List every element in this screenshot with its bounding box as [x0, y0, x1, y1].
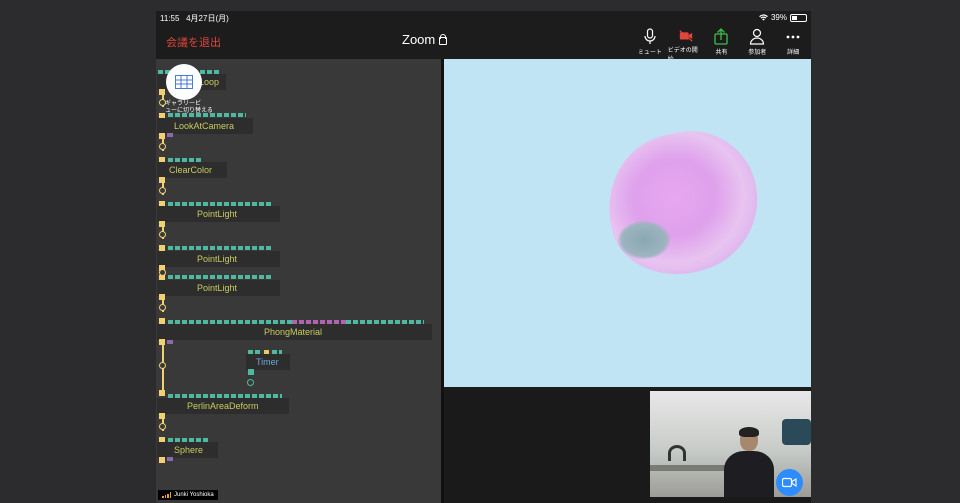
- meeting-title: Zoom: [402, 32, 448, 47]
- signal-icon: [162, 492, 171, 498]
- node-sphere: Sphere: [157, 442, 218, 458]
- person-body: [724, 451, 774, 497]
- mute-button[interactable]: ミュート: [632, 26, 668, 63]
- node-phong-label: PhongMaterial: [264, 327, 323, 337]
- meeting-topbar: 会議を退出 Zoom ミュート ビデオの開始 共有 参加者 詳細: [156, 26, 811, 63]
- status-right: 39%: [759, 13, 807, 22]
- sphere-shadow: [618, 221, 670, 259]
- node-deform-label: PerlinAreaDeform: [187, 401, 259, 411]
- node-pointlight-1: PointLight: [157, 206, 280, 222]
- node-loop-label: Loop: [199, 77, 220, 87]
- deformed-sphere: [595, 118, 771, 288]
- port-in: [159, 390, 165, 396]
- port-row: [168, 246, 272, 250]
- node-lookatcamera: LookAtCamera: [157, 118, 253, 134]
- node-timer: Timer: [246, 354, 290, 370]
- node-socket: [159, 423, 166, 430]
- node-clearcolor-label: ClearColor: [169, 165, 213, 175]
- port-out-pink: [167, 340, 173, 344]
- participants-icon: [750, 28, 765, 45]
- video-off-icon: [679, 30, 693, 42]
- participant-person: [724, 427, 774, 497]
- gallery-view-toggle[interactable]: [166, 64, 202, 100]
- node-lookat-label: LookAtCamera: [174, 121, 235, 131]
- participant-name: Junki Yoshioka: [174, 492, 214, 498]
- wifi-icon: [759, 14, 768, 21]
- node-pointlight-2-label: PointLight: [197, 254, 238, 264]
- node-pointlight-3-label: PointLight: [197, 283, 238, 293]
- more-icon: [786, 35, 800, 39]
- render-viewport: [444, 59, 811, 387]
- node-pointlight-2: PointLight: [157, 251, 280, 267]
- participant-name-tag: Junki Yoshioka: [158, 490, 218, 500]
- node-clearcolor: ClearColor: [157, 162, 227, 178]
- equipment: [782, 419, 811, 445]
- node-pointlight-3: PointLight: [157, 280, 280, 296]
- camera-switch-button[interactable]: [776, 469, 803, 496]
- share-icon: [714, 28, 729, 45]
- port-row: [168, 275, 272, 279]
- node-sphere-label: Sphere: [174, 445, 204, 455]
- more-label: 詳細: [787, 50, 800, 56]
- port-out-pink: [167, 133, 173, 137]
- port-out: [159, 457, 165, 463]
- node-pointlight-1-label: PointLight: [197, 209, 238, 219]
- node-socket: [159, 143, 166, 150]
- participants-label: 参加者: [748, 50, 767, 56]
- port-out: [248, 369, 254, 375]
- share-label: 共有: [715, 50, 728, 56]
- video-camera-icon: [782, 477, 797, 488]
- ipad-screen: 11:55 4月27日(月) 39% 会議を退出 Zoom ミュート ビデオの開…: [156, 11, 811, 503]
- grid-icon: [175, 75, 193, 89]
- node-socket: [159, 231, 166, 238]
- person-hair: [739, 427, 759, 437]
- node-editor-share: Loop LookAtCamera ClearColor PointLight …: [156, 59, 441, 503]
- gallery-view-label: ギャラリービ ューに切り替える: [165, 101, 213, 114]
- status-bar: 11:55 4月27日(月) 39%: [156, 11, 811, 26]
- start-video-button[interactable]: ビデオの開始: [668, 26, 704, 63]
- node-socket: [247, 379, 254, 386]
- participants-button[interactable]: 参加者: [739, 26, 775, 63]
- microphone-icon: [644, 28, 656, 44]
- shelf: [650, 465, 730, 471]
- battery-icon: [790, 13, 807, 22]
- node-perlinareadeform: PerlinAreaDeform: [157, 398, 289, 414]
- meeting-toolbar: ミュート ビデオの開始 共有 参加者 詳細: [632, 26, 811, 63]
- battery-percent: 39%: [770, 13, 787, 22]
- node-timer-label: Timer: [256, 357, 279, 367]
- node-phongmaterial: PhongMaterial: [157, 324, 432, 340]
- node-socket: [159, 187, 166, 194]
- node-socket: [159, 304, 166, 311]
- headphones: [668, 445, 686, 461]
- status-time: 11:55 4月27日(月): [160, 14, 229, 23]
- share-button[interactable]: 共有: [704, 26, 740, 63]
- port-out-pink: [167, 457, 173, 461]
- more-button[interactable]: 詳細: [775, 26, 811, 63]
- lock-icon: [439, 33, 448, 45]
- node-socket: [159, 362, 166, 369]
- leave-meeting-button[interactable]: 会議を退出: [166, 34, 221, 50]
- mute-label: ミュート: [637, 50, 662, 56]
